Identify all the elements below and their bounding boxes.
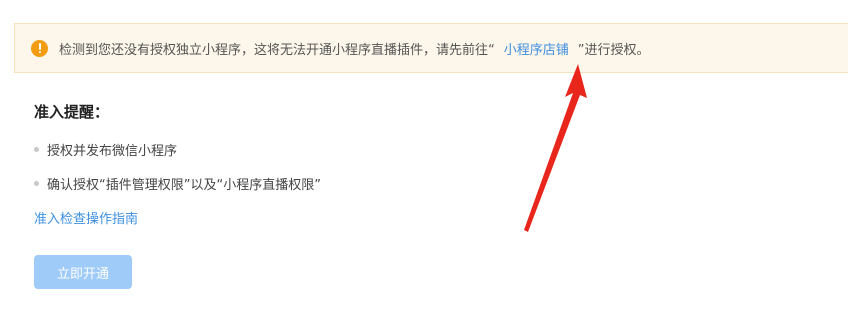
annotation-arrow-shape: [524, 64, 587, 232]
warning-icon: [31, 39, 48, 57]
access-check-guide-link[interactable]: 准入检查操作指南: [34, 208, 138, 227]
list-item: 确认授权“插件管理权限”以及“小程序直播权限”: [34, 174, 321, 193]
bullet-dot: [34, 147, 39, 152]
list-item-text: 确认授权“插件管理权限”以及“小程序直播权限”: [47, 178, 321, 193]
mini-program-store-link[interactable]: 小程序店铺: [504, 39, 569, 58]
warning-text-before: 检测到您还没有授权独立小程序，这将无法开通小程序直播插件，请先前往“: [59, 42, 495, 58]
activate-now-button[interactable]: 立即开通: [34, 255, 132, 289]
list-item-text: 授权并发布微信小程序: [47, 144, 178, 159]
authorization-warning-banner: 检测到您还没有授权独立小程序，这将无法开通小程序直播插件，请先前往“ 小程序店铺…: [14, 23, 848, 73]
warning-text-after: ”进行授权。: [577, 42, 650, 58]
bullet-dot: [34, 181, 39, 186]
list-item: 授权并发布微信小程序: [34, 140, 177, 159]
reminder-title: 准入提醒：: [34, 103, 110, 121]
